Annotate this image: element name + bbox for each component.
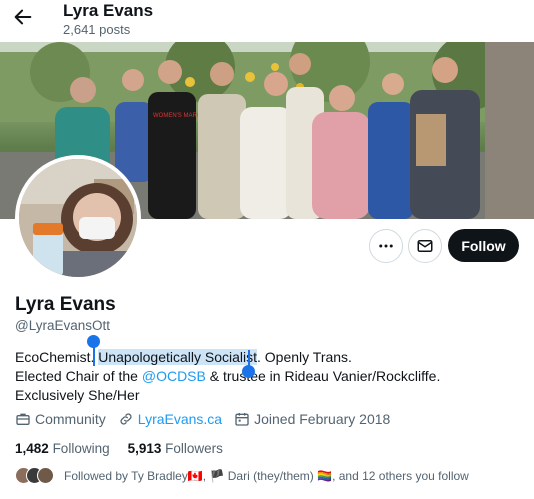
joined-item: Joined February 2018 (234, 411, 390, 427)
black-flag-icon: 🏴 (209, 468, 225, 483)
profile-stats: 1,482 Following 5,913 Followers (15, 441, 241, 456)
followers-label: Followers (165, 441, 223, 456)
briefcase-icon (16, 413, 30, 425)
website-link[interactable]: LyraEvans.ca (138, 411, 222, 427)
category-item: Community (15, 411, 106, 427)
shirt-print-text: WOMEN'S MARCH (153, 113, 205, 119)
followed-by-suffix: , and 12 others you follow (332, 468, 469, 483)
profile-bio: EcoChemist. Unapologetically Socialist. … (15, 348, 525, 405)
followed-by-text: Followed by Ty Bradley🇨🇦, 🏴 Dari (they/t… (64, 469, 469, 483)
message-button[interactable] (408, 229, 442, 263)
canada-flag-icon: 🇨🇦 (187, 468, 203, 483)
header-title: Lyra Evans (63, 1, 154, 20)
joined-label: Joined February 2018 (254, 411, 391, 427)
followers-count: 5,913 (127, 441, 162, 456)
bio-line-1: EcoChemist. Unapologetically Socialist. … (15, 348, 525, 367)
bio-line-2: Elected Chair of the @OCDSB & trustee in… (15, 367, 525, 386)
top-bar: Lyra Evans 2,641 posts (0, 0, 534, 42)
bio-text: . Openly Trans. (257, 349, 352, 365)
bio-line-3: Exclusively She/Her (15, 387, 140, 403)
following-link[interactable]: 1,482 Following (15, 441, 110, 456)
profile-handle: @LyraEvansOtt (15, 318, 110, 333)
website-item[interactable]: LyraEvans.ca (118, 411, 222, 427)
follower-name: Dari (they/them) (224, 468, 318, 483)
selection-end-handle[interactable] (242, 365, 255, 378)
more-button[interactable] (369, 229, 403, 263)
avatar (37, 467, 54, 484)
selection-start-caret (93, 346, 95, 366)
selected-text[interactable]: Unapologetically Socialist (98, 349, 258, 365)
back-arrow-icon[interactable] (12, 6, 34, 28)
following-count: 1,482 (15, 441, 49, 456)
avatar[interactable] (15, 155, 141, 281)
followed-by-row[interactable]: Followed by Ty Bradley🇨🇦, 🏴 Dari (they/t… (15, 467, 469, 484)
profile-meta: Community LyraEvans.ca Joined February 2… (15, 411, 402, 427)
category-label: Community (35, 411, 106, 427)
followers-link[interactable]: 5,913 Followers (128, 441, 223, 456)
follow-button[interactable]: Follow (448, 229, 519, 262)
header-post-count: 2,641 posts (63, 22, 131, 37)
link-icon (120, 413, 132, 425)
calendar-icon (235, 413, 249, 426)
bio-text: Elected Chair of the (15, 368, 142, 384)
ocdsb-mention-link[interactable]: @OCDSB (142, 368, 206, 384)
followed-by-prefix: Followed by Ty Bradley (64, 468, 188, 483)
profile-name: Lyra Evans (15, 294, 116, 315)
bio-text: EcoChemist. (15, 349, 99, 365)
rainbow-flag-icon: 🏳️‍🌈 (317, 468, 333, 483)
following-label: Following (52, 441, 110, 456)
follower-avatars (15, 467, 54, 484)
more-icon (379, 244, 393, 248)
mail-icon (417, 240, 433, 252)
